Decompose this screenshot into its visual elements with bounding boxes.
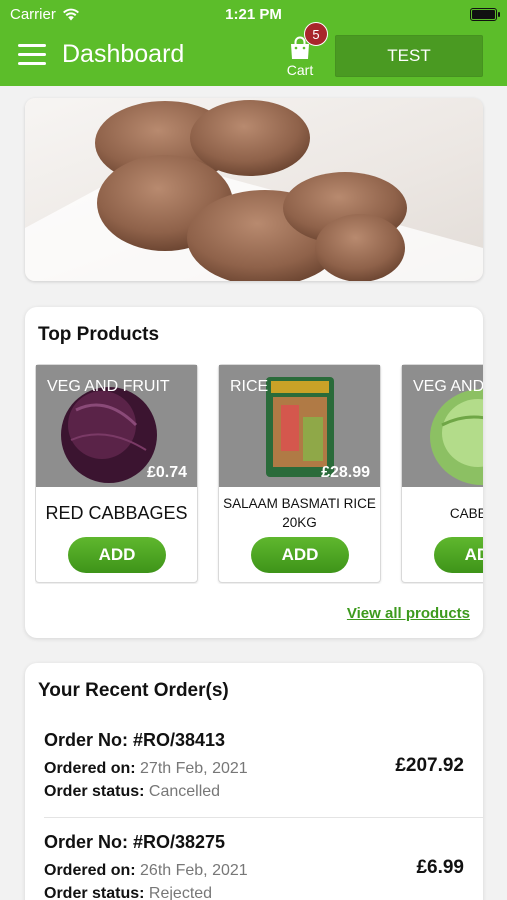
top-products-card: Top Products VEG AND FRUIT £0.74 RED CAB… [25,307,483,638]
recent-orders-title: Your Recent Order(s) [38,680,229,701]
product-card[interactable]: VEG AND FRUIT CABBAGE ADD [401,364,483,583]
product-card[interactable]: VEG AND FRUIT £0.74 RED CABBAGES ADD [35,364,198,583]
app-header: Carrier 1:21 PM Dashboard Cart 5 TEST [0,0,507,86]
cart-count-badge: 5 [304,22,328,46]
page-title: Dashboard [62,40,185,68]
cart-button[interactable]: Cart 5 [280,22,328,82]
order-date-line: Ordered on: 27th Feb, 2021 [44,760,248,778]
order-divider [44,817,483,818]
status-bar: Carrier 1:21 PM [0,4,507,24]
ordered-on-label: Ordered on: [44,862,136,879]
product-image[interactable]: RICE £28.99 [219,365,380,487]
promo-banner-image[interactable] [25,98,483,281]
product-card[interactable]: RICE £28.99 SALAAM BASMATI RICE 20KG ADD [218,364,381,583]
recent-orders-card: Your Recent Order(s) Order No: #RO/38413… [25,663,483,900]
product-price: £28.99 [321,464,370,481]
order-status-label: Order status: [44,783,145,800]
order-status-line: Order status: Rejected [44,885,212,900]
clock: 1:21 PM [225,6,282,23]
order-number: Order No: #RO/38413 [44,730,226,750]
order-date-line: Ordered on: 26th Feb, 2021 [44,862,248,880]
order-status: Cancelled [148,783,221,800]
order-item[interactable]: Order No: #RO/38275 Ordered on: 26th Feb… [44,832,464,900]
product-image[interactable]: VEG AND FRUIT £0.74 [36,365,197,487]
add-to-cart-button[interactable]: ADD [434,537,483,573]
product-name: RED CABBAGES [45,502,188,523]
add-to-cart-button[interactable]: ADD [68,537,166,573]
order-total: £6.99 [416,857,464,878]
product-name: SALAAM BASMATI RICE 20KG [223,496,376,530]
test-button[interactable]: TEST [335,35,483,77]
products-carousel[interactable]: VEG AND FRUIT £0.74 RED CABBAGES ADD RIC… [35,364,483,584]
order-status-label: Order status: [44,885,145,900]
battery-icon [470,8,500,21]
order-item[interactable]: Order No: #RO/38413 Ordered on: 27th Feb… [44,730,464,802]
top-products-title: Top Products [38,324,160,345]
order-status: Rejected [148,885,213,900]
product-category: RICE [230,378,269,395]
order-status-line: Order status: Cancelled [44,783,220,801]
order-total: £207.92 [395,755,464,776]
order-date: 26th Feb, 2021 [140,862,248,879]
product-price: £0.74 [146,464,187,481]
product-category: VEG AND FRUIT [413,378,483,395]
product-image[interactable]: VEG AND FRUIT [402,365,483,487]
sweets-photo [25,100,483,281]
view-all-products-link[interactable]: View all products [347,605,470,622]
product-category: VEG AND FRUIT [47,378,170,395]
order-number: Order No: #RO/38275 [44,832,226,852]
ordered-on-label: Ordered on: [44,760,136,777]
hamburger-menu-button[interactable] [18,44,46,66]
order-date: 27th Feb, 2021 [140,760,248,777]
cart-label: Cart [286,62,314,78]
add-to-cart-button[interactable]: ADD [251,537,349,573]
product-name: CABBAGE [449,505,483,521]
